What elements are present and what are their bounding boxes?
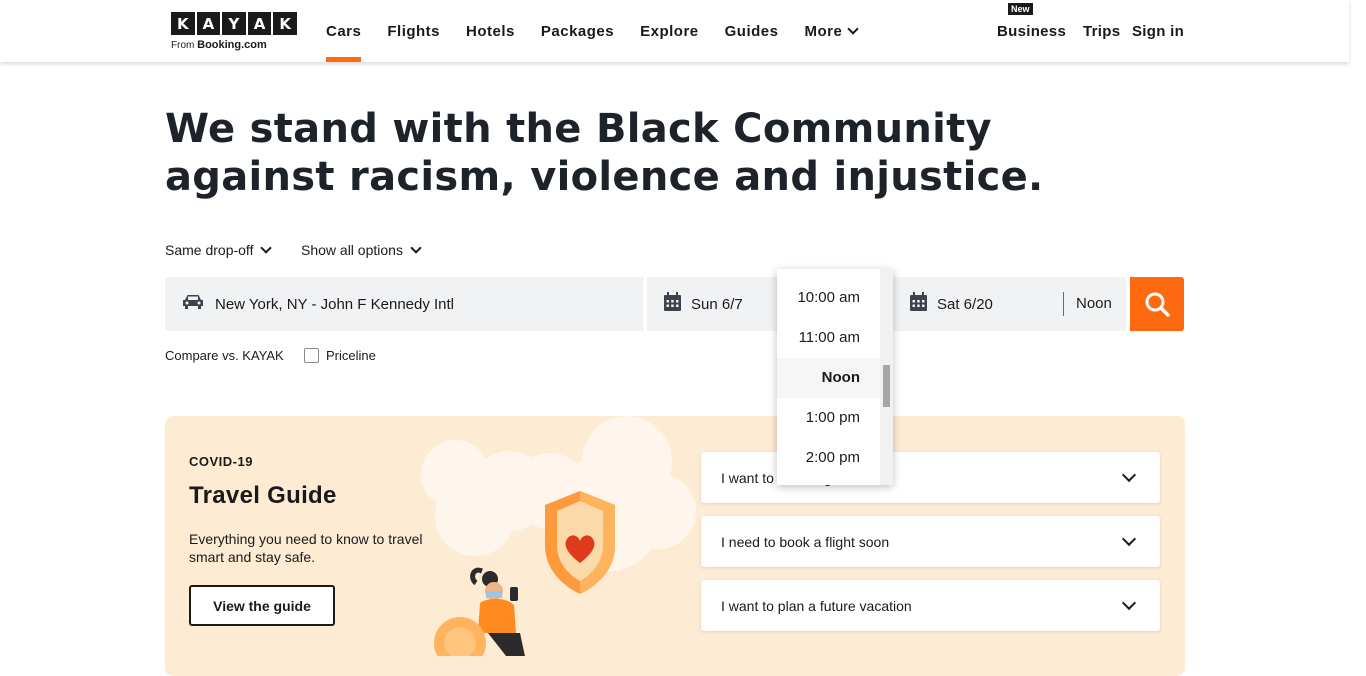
accordion-future-vacation[interactable]: I want to plan a future vacation [701, 580, 1160, 631]
business-label: Business [997, 22, 1067, 40]
dropoff-label: Same drop-off [165, 242, 254, 258]
accordion-label: I need to book a flight soon [721, 533, 890, 550]
logo-letter: K [171, 12, 195, 35]
accordion-book-flight[interactable]: I need to book a flight soon [701, 516, 1160, 567]
location-input[interactable]: New York, NY - John F Kennedy Intl [165, 277, 643, 331]
signin-link[interactable]: Sign in [1132, 0, 1184, 62]
view-guide-button[interactable]: View the guide [189, 585, 335, 626]
nav-hotels[interactable]: Hotels [466, 0, 515, 62]
calendar-icon [663, 292, 682, 316]
priceline-label: Priceline [326, 348, 376, 363]
location-value: New York, NY - John F Kennedy Intl [215, 295, 455, 313]
nav-explore[interactable]: Explore [640, 0, 699, 62]
time-option[interactable]: 2:00 pm [777, 438, 880, 478]
dropoff-date[interactable]: Sat 6/20 Noon [893, 277, 1126, 331]
nav-flights-label: Flights [387, 22, 441, 40]
logo-from: From [171, 40, 195, 51]
chevron-down-icon [410, 242, 422, 254]
time-option[interactable]: 11:00 am [777, 318, 880, 358]
nav-hotels-label: Hotels [466, 22, 515, 40]
chevron-down-icon [1121, 467, 1137, 482]
kayak-logo[interactable]: K A Y A K From Booking.com [171, 12, 297, 51]
nav-packages[interactable]: Packages [541, 0, 614, 62]
signin-label: Sign in [1132, 22, 1185, 40]
checkbox-box[interactable] [304, 348, 319, 363]
business-link[interactable]: New Business [997, 0, 1066, 62]
dropoff-date-value: Sat 6/20 [937, 295, 993, 313]
trips-label: Trips [1083, 22, 1121, 40]
nav-cars-label: Cars [326, 22, 362, 40]
dropdown-scroll-thumb[interactable] [883, 365, 890, 407]
covid-panel: COVID-19 Travel Guide Everything you nee… [165, 416, 1185, 676]
nav-guides[interactable]: Guides [725, 0, 779, 62]
dropoff-time[interactable]: Noon [1063, 292, 1112, 316]
nav-more-label: More [804, 22, 843, 40]
logo-letter: K [273, 12, 297, 35]
chevron-down-icon [847, 23, 860, 35]
covid-tag: COVID-19 [189, 454, 253, 469]
nav-explore-label: Explore [640, 22, 699, 40]
dropoff-select[interactable]: Same drop-off [165, 242, 273, 258]
time-dropdown: 10:00 am 11:00 am Noon 1:00 pm 2:00 pm [777, 269, 893, 485]
chevron-down-icon [1121, 531, 1137, 546]
logo-wordmark: K A Y A K [171, 12, 297, 35]
pickup-date[interactable]: Sun 6/7 [647, 277, 777, 331]
time-option-selected[interactable]: Noon [777, 358, 880, 398]
trips-link[interactable]: Trips [1083, 0, 1120, 62]
covid-description: Everything you need to know to travel sm… [189, 531, 423, 565]
accordion-label: I want to plan a future vacation [721, 597, 912, 614]
nav-guides-label: Guides [724, 22, 779, 40]
show-all-options[interactable]: Show all options [301, 242, 422, 258]
new-badge: New [1008, 2, 1033, 15]
travel-illustration [421, 416, 696, 656]
site-header: K A Y A K From Booking.com Cars Flights … [0, 0, 1349, 62]
logo-brand: Booking.com [197, 39, 267, 51]
calendar-icon [909, 292, 928, 316]
time-option[interactable]: 1:00 pm [777, 398, 880, 438]
chevron-down-icon [1121, 595, 1137, 610]
logo-letter: A [247, 12, 272, 35]
car-icon [181, 293, 205, 315]
compare-label: Compare vs. KAYAK [165, 348, 284, 363]
nav-cars[interactable]: Cars [326, 0, 362, 62]
logo-letter: A [196, 12, 221, 35]
accordion-travel-now[interactable]: I want to travel right now [701, 452, 1160, 503]
time-options-list: 10:00 am 11:00 am Noon 1:00 pm 2:00 pm [777, 278, 880, 478]
search-icon [1145, 292, 1170, 317]
logo-subtitle: From Booking.com [171, 39, 297, 51]
logo-letter: Y [222, 12, 246, 35]
covid-title: Travel Guide [189, 482, 337, 509]
priceline-checkbox[interactable]: Priceline [304, 348, 376, 363]
main-nav: Cars Flights Hotels Packages Explore Gui… [326, 0, 883, 62]
chevron-down-icon [260, 242, 273, 254]
time-option[interactable]: 10:00 am [777, 278, 880, 318]
search-button[interactable] [1130, 277, 1184, 331]
nav-more[interactable]: More [804, 0, 860, 62]
pickup-date-value: Sun 6/7 [691, 295, 743, 313]
page-headline: We stand with the Black Community agains… [165, 106, 1044, 200]
nav-flights[interactable]: Flights [387, 0, 440, 62]
show-all-label: Show all options [301, 242, 403, 258]
nav-packages-label: Packages [540, 22, 615, 40]
